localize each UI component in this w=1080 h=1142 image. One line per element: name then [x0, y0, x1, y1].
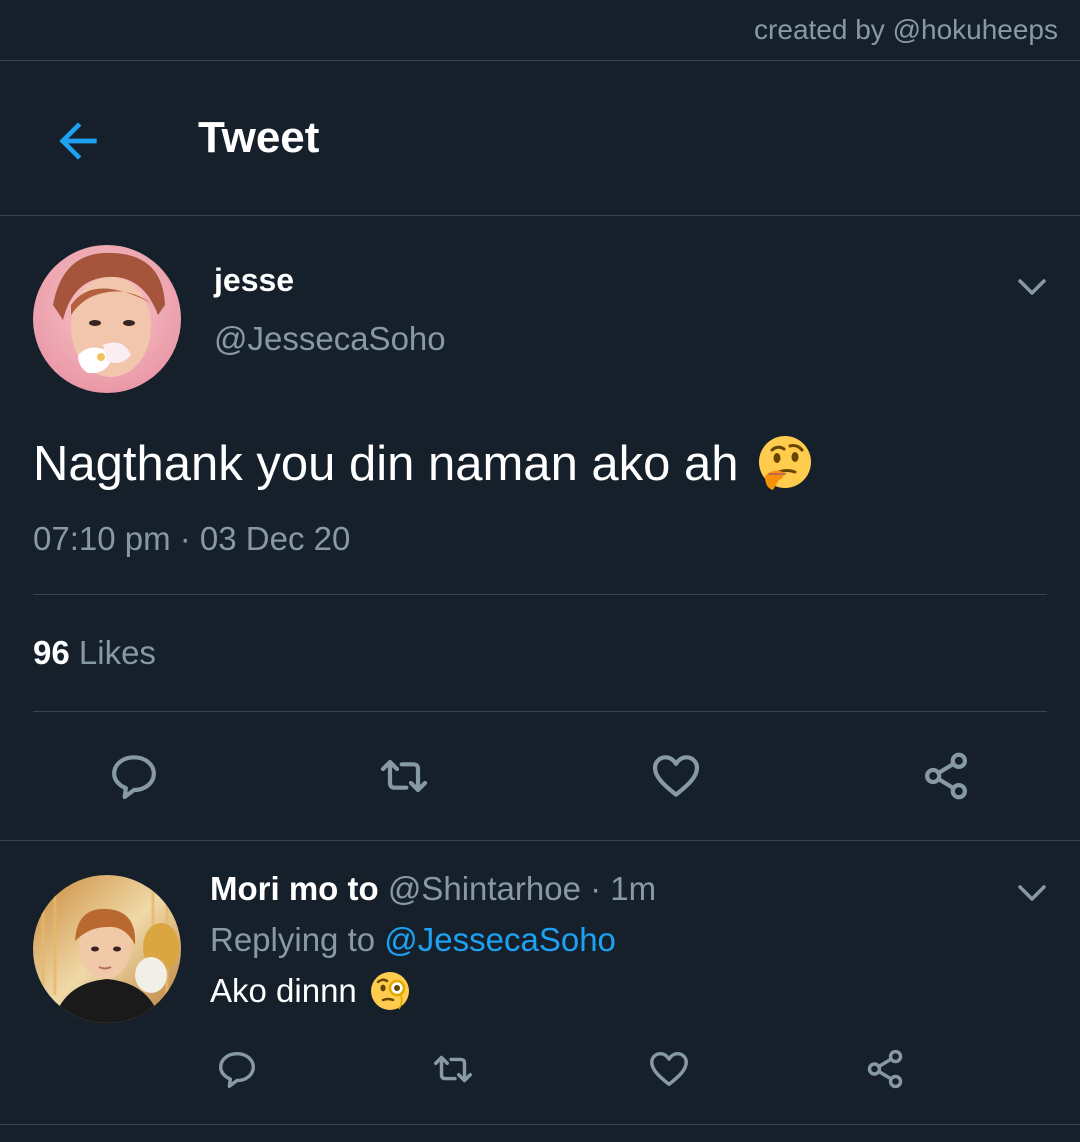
replying-to-line: Replying to @JessecaSoho	[210, 921, 616, 959]
header: Tweet	[0, 61, 1080, 216]
thinking-face-icon	[755, 434, 815, 494]
display-name[interactable]: jesse	[214, 262, 294, 299]
credit-bar: created by @hokuheeps	[0, 0, 1080, 61]
chevron-down-icon[interactable]	[1012, 873, 1052, 913]
reply-user-handle[interactable]: @Shintarhoe	[388, 870, 581, 907]
divider	[0, 840, 1080, 841]
like-icon[interactable]	[648, 748, 704, 809]
likes-label: Likes	[78, 634, 156, 671]
share-icon[interactable]	[918, 748, 974, 809]
reply-icon[interactable]	[106, 748, 162, 809]
reply-separator: ·	[590, 870, 602, 907]
reply-display-name[interactable]: Mori mo to	[210, 870, 379, 907]
face-with-monocle-icon	[369, 970, 411, 1012]
user-handle[interactable]: @JessecaSoho	[214, 320, 446, 358]
divider	[33, 594, 1047, 595]
reply-timestamp: 1m	[610, 870, 657, 907]
tweet-timestamp: 07:10 pm · 03 Dec 20	[33, 520, 351, 557]
likes-stat[interactable]: 96 Likes	[33, 634, 156, 672]
replying-mention[interactable]: @JessecaSoho	[384, 921, 616, 958]
page-title: Tweet	[198, 113, 320, 162]
retweet-icon[interactable]	[376, 748, 432, 809]
replying-prefix: Replying to	[210, 921, 376, 958]
likes-count: 96	[33, 634, 70, 671]
divider	[0, 1124, 1080, 1125]
chevron-down-icon[interactable]	[1012, 267, 1052, 307]
reply-avatar[interactable]	[33, 875, 181, 1023]
reply-text-content: Ako dinnn	[210, 972, 357, 1009]
reply-icon[interactable]	[214, 1046, 260, 1097]
reply-text: Ako dinnn	[210, 970, 411, 1012]
divider	[33, 711, 1047, 712]
avatar[interactable]	[33, 245, 181, 393]
credit-text: created by @hokuheeps	[754, 14, 1058, 45]
like-icon[interactable]	[646, 1046, 692, 1097]
retweet-icon[interactable]	[430, 1046, 476, 1097]
share-icon[interactable]	[862, 1046, 908, 1097]
arrow-left-icon[interactable]	[50, 113, 106, 169]
reply-header: Mori mo to @Shintarhoe · 1m	[210, 870, 656, 908]
tweet-text: Nagthank you din naman ako ah	[33, 434, 815, 494]
tweet-text-content: Nagthank you din naman ako ah	[33, 437, 739, 491]
